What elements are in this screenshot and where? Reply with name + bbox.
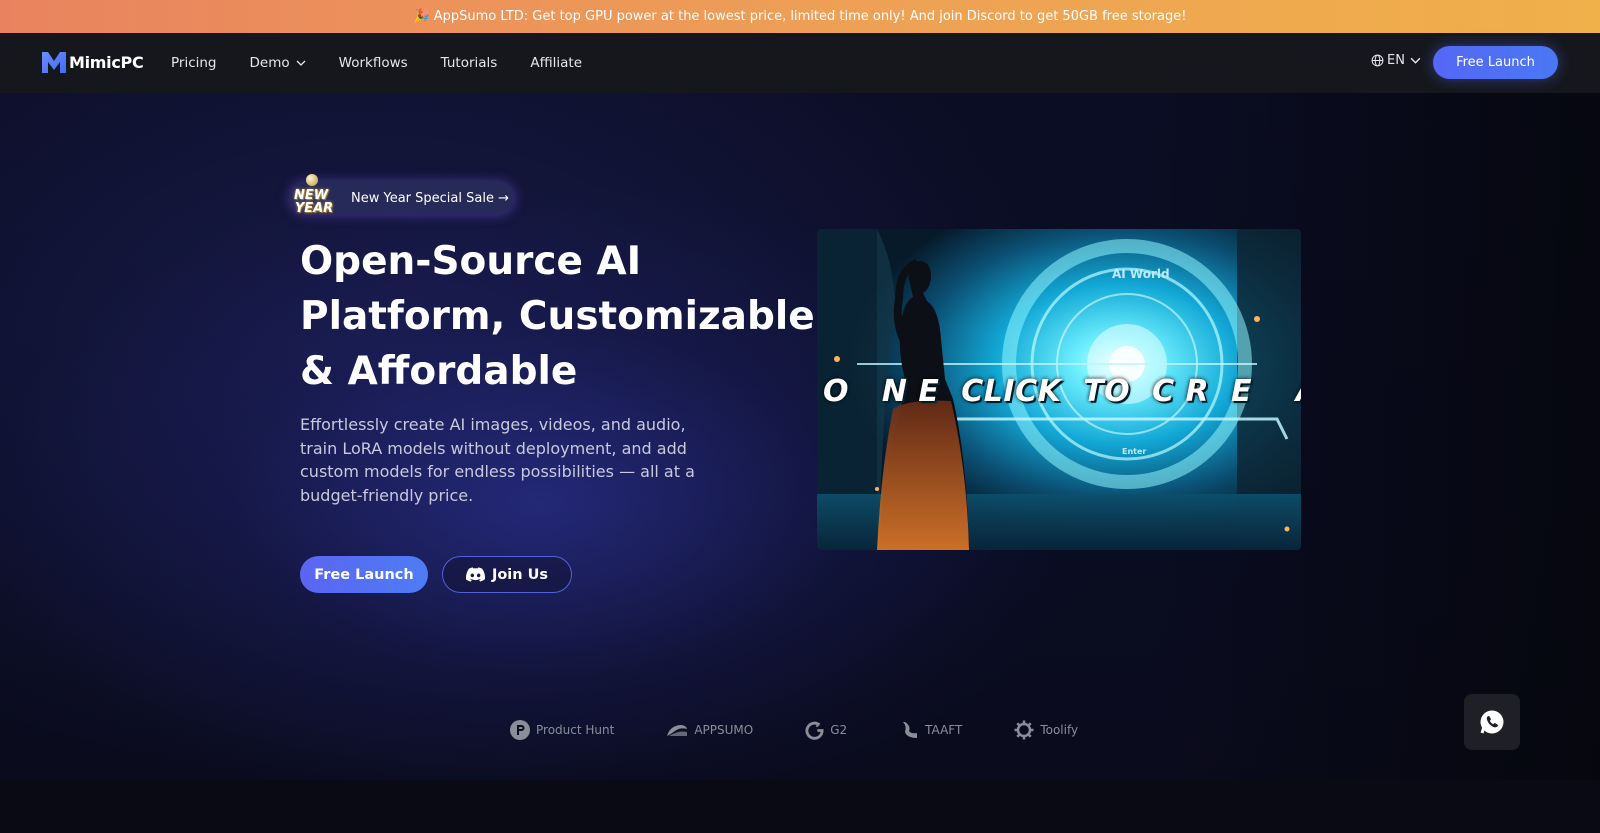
- chevron-down-icon: [1410, 57, 1421, 64]
- promo-text: AppSumo LTD: Get top GPU power at the lo…: [433, 9, 1187, 24]
- hero-title: Open-Source AI Platform, Customizable & …: [300, 234, 815, 399]
- nav-link-workflows[interactable]: Workflows: [339, 55, 408, 71]
- g2-icon: [805, 721, 824, 740]
- portal-sublabel: Enter: [1122, 447, 1147, 456]
- join-us-label: Join Us: [491, 566, 549, 583]
- balloon-icon: [306, 174, 318, 186]
- product-hunt-icon: [510, 720, 530, 740]
- chevron-down-icon: [296, 60, 306, 66]
- nav-link-label: Workflows: [338, 55, 408, 71]
- promo-banner[interactable]: 🎉 AppSumo LTD: Get top GPU power at the …: [0, 0, 1600, 33]
- nav-link-label: Affiliate: [530, 55, 583, 71]
- new-year-badge-icon: NEW YEAR: [284, 174, 338, 222]
- hero-free-launch-button[interactable]: Free Launch: [300, 556, 428, 593]
- subtitle-line: Effortlessly create AI images, videos, a…: [300, 415, 686, 434]
- globe-icon: [1371, 54, 1384, 67]
- title-line: Open-Source AI: [300, 239, 642, 284]
- nav-links: Pricing Demo Workflows Tutorials Affilia…: [171, 33, 615, 93]
- section-divider: [0, 780, 1600, 833]
- partner-toolify[interactable]: Toolify: [1014, 720, 1078, 740]
- partner-appsumo[interactable]: APPSUMO: [666, 723, 753, 737]
- partner-taaft[interactable]: TAAFT: [899, 720, 962, 740]
- title-line: Platform, Customizable: [300, 294, 815, 339]
- whatsapp-chat-button[interactable]: [1464, 694, 1520, 750]
- sale-text: New Year Special Sale →: [351, 190, 509, 206]
- new-year-sale-link[interactable]: NEW YEAR New Year Special Sale →: [290, 174, 514, 215]
- nav-link-demo[interactable]: Demo: [250, 55, 306, 71]
- nav-link-label: Pricing: [171, 55, 217, 71]
- join-us-button[interactable]: Join Us: [442, 556, 572, 593]
- language-selector[interactable]: EN: [1371, 53, 1424, 68]
- partner-label: TAAFT: [925, 723, 963, 737]
- whatsapp-icon: [1480, 710, 1504, 734]
- brand-name: MimicPC: [69, 52, 144, 72]
- discord-icon: [465, 567, 485, 582]
- partner-product-hunt[interactable]: Product Hunt: [510, 720, 614, 740]
- mimicpc-logo-icon: [42, 52, 66, 73]
- subtitle-line: train LoRA models without deployment, an…: [300, 438, 687, 458]
- video-caption: O N E CLICK TO C R E A: [823, 373, 1301, 409]
- hero-video-preview[interactable]: AI World Enter O N E CLICK TO C R E A: [817, 229, 1301, 550]
- partner-label: Product Hunt: [536, 723, 615, 737]
- partner-label: APPSUMO: [694, 723, 754, 737]
- badge-line-year: YEAR: [294, 201, 334, 216]
- partner-label: G2: [830, 723, 848, 737]
- nav-link-pricing[interactable]: Pricing: [171, 55, 217, 71]
- top-navigation: MimicPC Pricing Demo Workflows Tutorials…: [0, 33, 1600, 93]
- title-line: & Affordable: [300, 349, 578, 394]
- nav-link-affiliate[interactable]: Affiliate: [530, 55, 582, 71]
- nav-link-label: Demo: [249, 55, 290, 71]
- brand-logo[interactable]: MimicPC: [41, 50, 144, 74]
- party-popper-icon: 🎉: [413, 9, 430, 24]
- toolify-icon: [1014, 720, 1034, 740]
- subtitle-line: budget-friendly price.: [300, 485, 474, 505]
- subtitle-line: custom models for endless possibilities …: [300, 462, 695, 481]
- hero-subtitle: Effortlessly create AI images, videos, a…: [300, 413, 695, 507]
- appsumo-icon: [667, 725, 688, 736]
- nav-link-label: Tutorials: [440, 55, 498, 71]
- partner-g2[interactable]: G2: [805, 721, 847, 740]
- portal-label: AI World: [1112, 267, 1170, 281]
- partner-label: Toolify: [1040, 723, 1079, 737]
- language-label: EN: [1387, 53, 1405, 68]
- nav-free-launch-button[interactable]: Free Launch: [1433, 46, 1558, 79]
- partner-logos: Product Hunt APPSUMO G2 TAAFT Toolify: [510, 718, 1130, 742]
- nav-link-tutorials[interactable]: Tutorials: [441, 55, 498, 71]
- taaft-icon: [903, 722, 918, 738]
